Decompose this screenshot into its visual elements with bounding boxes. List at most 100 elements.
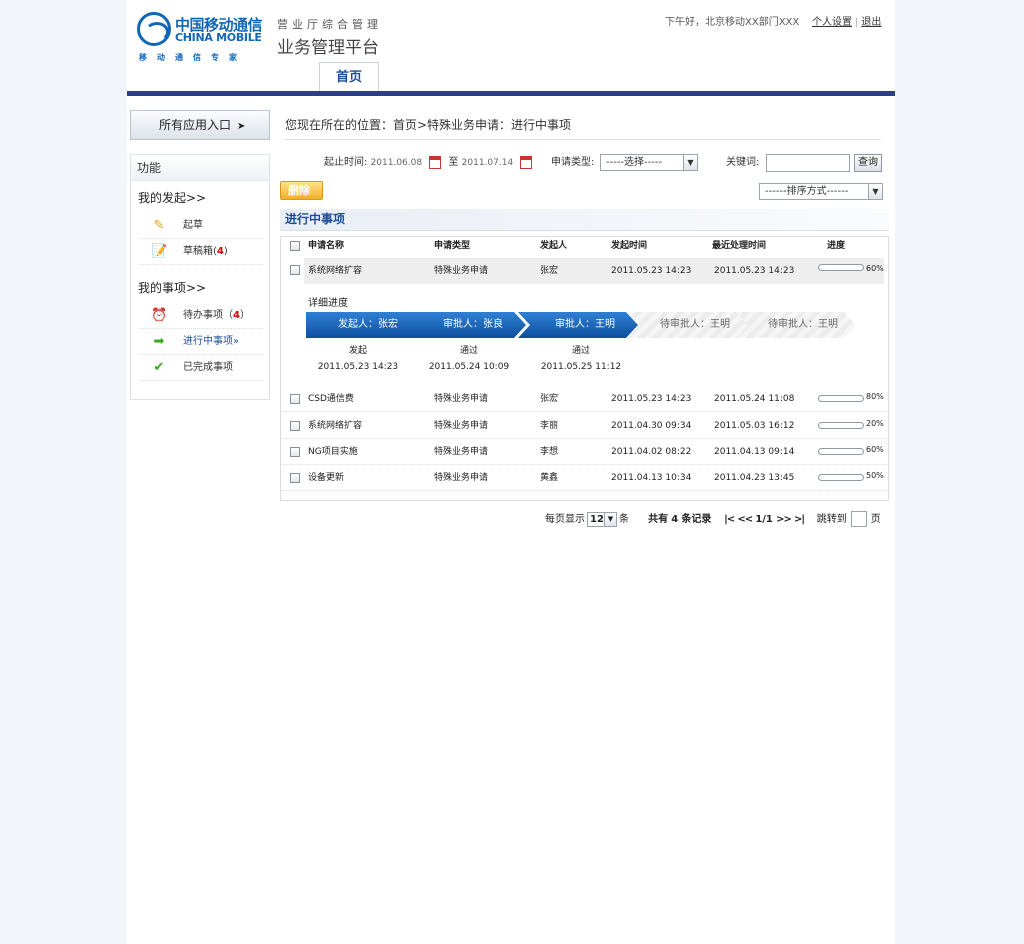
- jump-label: 跳转到: [816, 514, 847, 525]
- search-button[interactable]: 查询: [854, 154, 882, 172]
- delete-button[interactable]: 删除: [280, 181, 323, 200]
- pencil-icon: ✎: [153, 218, 165, 233]
- breadcrumb: 您现在所在的位置：首页>特殊业务申请：进行中事项: [285, 118, 572, 132]
- logo-slogan: 移动通信专家: [139, 53, 247, 62]
- progress-text: 80%: [866, 392, 884, 401]
- sidebar: 功能 我的发起>> ✎ 起草 📝 草稿箱(4) 我的事项>> ⏰ 待办事项（4）…: [130, 154, 270, 400]
- sort-select[interactable]: ------排序方式------ ▼: [759, 183, 883, 200]
- cell-start: 2011.05.23 14:23: [611, 266, 692, 276]
- cell-start: 2011.04.13 10:34: [611, 473, 692, 483]
- table-row[interactable]: CSD通信费 特殊业务申请 张宏 2011.05.23 14:23 2011.0…: [281, 386, 888, 412]
- calendar-icon[interactable]: [520, 155, 533, 169]
- cell-name: 设备更新: [308, 473, 345, 483]
- table-row[interactable]: 系统网络扩容 特殊业务申请 张宏 2011.05.23 14:23 2011.0…: [304, 258, 884, 284]
- select-all-checkbox[interactable]: [290, 241, 300, 251]
- alarm-clock-icon: ⏰: [151, 308, 168, 323]
- notepad-icon: 📝: [151, 244, 168, 259]
- date-label: 起止时间:: [324, 157, 368, 168]
- date-filter: 起止时间: 2011.06.08 至 2011.07.14: [324, 154, 536, 172]
- sort-select-value: ------排序方式------: [765, 186, 849, 197]
- sidebar-item-draft[interactable]: ✎ 起草: [139, 213, 264, 239]
- progress-bar: [818, 395, 864, 402]
- chevron-down-icon: ▼: [868, 184, 882, 199]
- progress-bar: [818, 448, 864, 455]
- sidebar-item-label: 草稿箱: [183, 246, 213, 257]
- cell-last: 2011.05.03 16:12: [714, 421, 795, 431]
- step-approver-1: 审批人：张良: [406, 312, 526, 338]
- user-greeting: 下午好，北京移动XX部门XXX: [665, 17, 800, 28]
- cell-last: 2011.05.24 11:08: [714, 394, 795, 404]
- keyword-label: 关键词:: [726, 157, 760, 168]
- table-row[interactable]: NG项目实施 特殊业务申请 李想 2011.04.02 08:22 2011.0…: [281, 439, 888, 465]
- total-suffix: 条记录: [681, 514, 712, 525]
- checkmark-icon: ✔: [153, 360, 165, 375]
- progress-text: 60%: [866, 445, 884, 454]
- keyword-input[interactable]: [766, 154, 850, 172]
- china-mobile-logo: 中国移动通信 CHINA MOBILE 移动通信专家: [137, 12, 267, 62]
- row-checkbox[interactable]: [290, 265, 300, 275]
- per-page-value: 12: [590, 513, 604, 525]
- cell-type: 特殊业务申请: [434, 394, 489, 404]
- progress-text: 20%: [866, 419, 884, 428]
- pagination: 每页显示 12 ▼ 条 共有 4 条记录 |< << 1/1 >> >| 跳转到页: [545, 511, 881, 529]
- sidebar-item-drafts[interactable]: 📝 草稿箱(4): [139, 239, 264, 265]
- step-meta-approver-2: 通过 2011.05.25 11:12: [526, 343, 636, 375]
- col-header-initiator: 发起人: [540, 241, 568, 251]
- step-initiator: 发起人：张宏: [306, 312, 426, 338]
- table-row[interactable]: 设备更新 特殊业务申请 黄鑫 2011.04.13 10:34 2011.04.…: [281, 465, 888, 491]
- page-info: 1/1: [755, 514, 773, 525]
- cell-type: 特殊业务申请: [434, 473, 489, 483]
- step-meta-initiator: 发起 2011.05.23 14:23: [303, 343, 413, 375]
- sidebar-item-pending[interactable]: ⏰ 待办事项（4）: [139, 303, 264, 329]
- cell-initiator: 李丽: [540, 421, 559, 431]
- top-links: 个人设置 | 退出: [812, 13, 881, 28]
- arrow-right-icon: ➡: [153, 334, 165, 349]
- table-row[interactable]: 系统网络扩容 特殊业务申请 李丽 2011.04.30 09:34 2011.0…: [281, 413, 888, 439]
- cell-type: 特殊业务申请: [434, 421, 489, 431]
- progress-text: 60%: [866, 264, 884, 273]
- type-select[interactable]: -----选择----- ▼: [600, 154, 698, 171]
- all-apps-button[interactable]: 所有应用入口 ➤: [130, 110, 270, 140]
- row-checkbox[interactable]: [290, 421, 300, 431]
- all-apps-label: 所有应用入口: [159, 118, 232, 132]
- cell-initiator: 张宏: [540, 266, 559, 276]
- jump-page-input[interactable]: [850, 511, 867, 527]
- total-count: 4: [671, 514, 679, 525]
- cell-type: 特殊业务申请: [434, 266, 489, 276]
- row-checkbox[interactable]: [290, 394, 300, 404]
- cell-initiator: 张宏: [540, 394, 559, 404]
- per-page-label: 每页显示: [545, 514, 585, 525]
- settings-link[interactable]: 个人设置: [812, 17, 852, 28]
- calendar-icon[interactable]: [429, 155, 442, 169]
- col-header-progress: 进度: [827, 241, 846, 251]
- per-page-select[interactable]: 12 ▼: [587, 511, 617, 527]
- divider: [285, 139, 881, 140]
- total-prefix: 共有: [648, 514, 669, 525]
- step-approver-2: 审批人：王明: [518, 312, 638, 338]
- tab-home[interactable]: 首页: [319, 62, 379, 92]
- prev-page-button[interactable]: <<: [737, 514, 753, 525]
- type-label: 申请类型:: [551, 157, 595, 168]
- cell-start: 2011.04.30 09:34: [611, 421, 692, 431]
- row-checkbox[interactable]: [290, 473, 300, 483]
- cell-name: CSD通信费: [308, 394, 354, 404]
- first-page-button[interactable]: |<: [724, 514, 735, 525]
- logout-link[interactable]: 退出: [861, 17, 881, 28]
- step-time: 2011.05.23 14:23: [317, 362, 399, 372]
- logo-mark-icon: [137, 12, 171, 46]
- date-to-label: 至: [448, 157, 459, 168]
- next-page-button[interactable]: >>: [776, 514, 792, 525]
- row-checkbox[interactable]: [290, 447, 300, 457]
- sidebar-item-label: 起草: [183, 220, 203, 231]
- date-to-value: 2011.07.14: [461, 158, 514, 168]
- sidebar-item-label: 已完成事项: [183, 362, 233, 373]
- step-status: 通过: [571, 346, 590, 356]
- sidebar-item-label: 进行中事项: [183, 336, 233, 347]
- sidebar-item-completed[interactable]: ✔ 已完成事项: [139, 355, 264, 381]
- active-marker: »: [233, 336, 240, 347]
- table-header: 申请名称 申请类型 发起人 发起时间 最近处理时间 进度: [281, 237, 888, 255]
- progress-bar: [818, 422, 864, 429]
- last-page-button[interactable]: >|: [794, 514, 805, 525]
- cell-last: 2011.04.13 09:14: [714, 447, 795, 457]
- sidebar-item-in-progress[interactable]: ➡ 进行中事项»: [139, 329, 264, 355]
